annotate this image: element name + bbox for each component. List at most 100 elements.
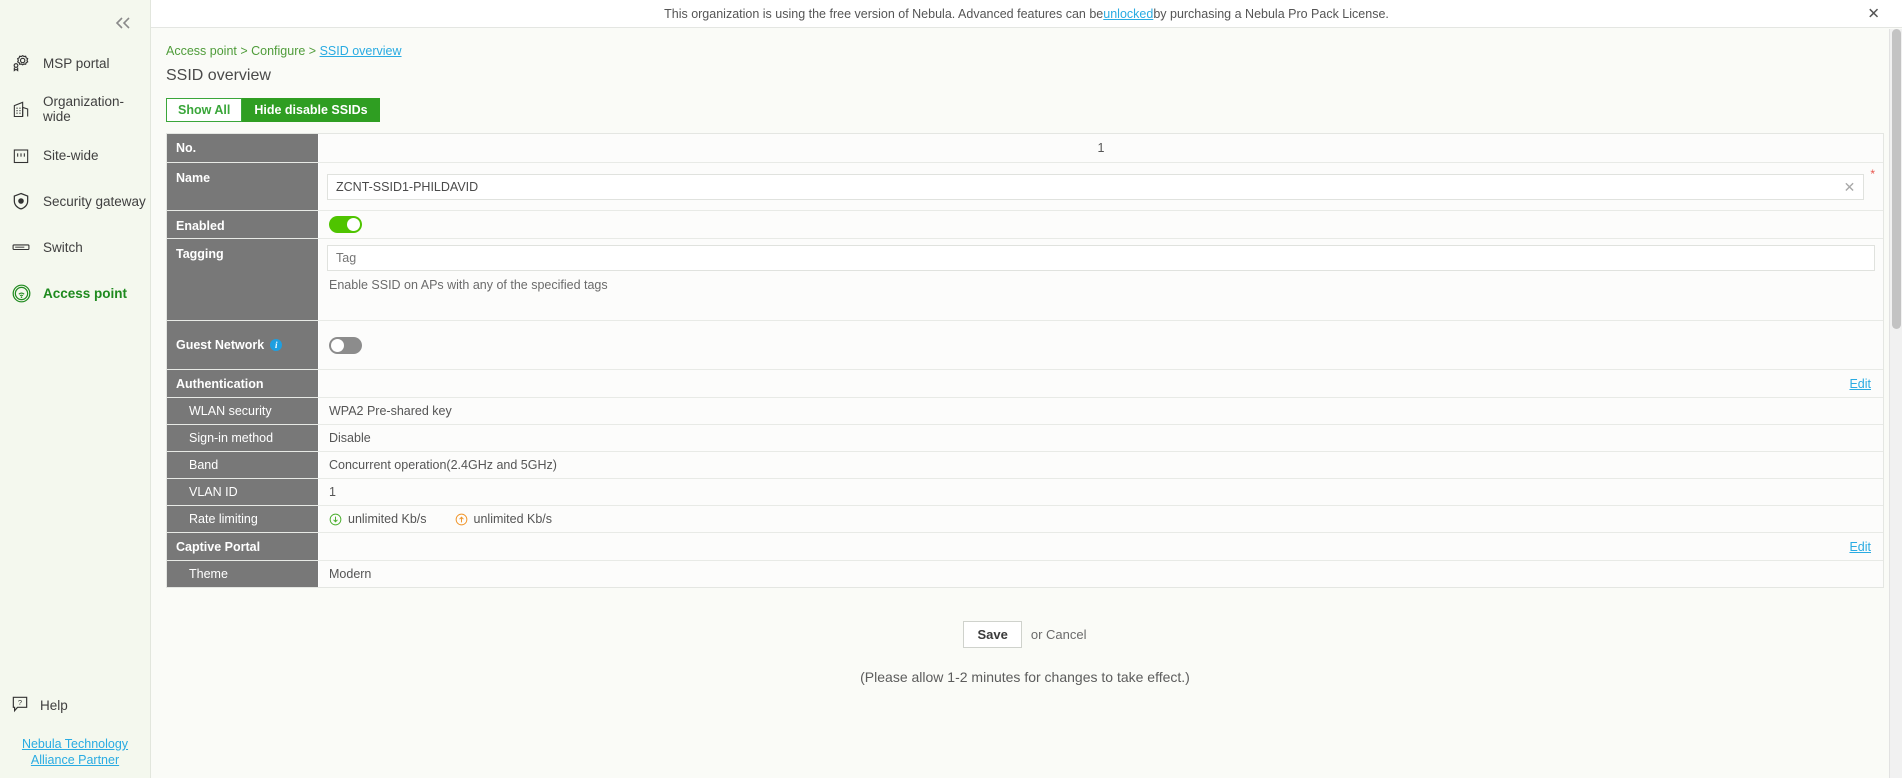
app-root: MSP portal Organization-wide Site-wide S… [0,0,1902,778]
row-label-enabled: Enabled [167,211,319,238]
table-row-tagging: Tagging Enable SSID on APs with any of t… [167,239,1883,321]
row-label-tagging: Tagging [167,239,319,320]
close-icon[interactable]: ✕ [1844,180,1856,194]
partner-link-line2: Alliance Partner [30,753,120,767]
save-area: Save or Cancel (Please allow 1-2 minutes… [166,621,1884,685]
building-icon [10,98,32,120]
row-value-enabled [319,211,1883,238]
row-value-rate-limiting: unlimited Kb/s unlimited Kb/s [319,506,1883,532]
sidebar-item-site-wide[interactable]: Site-wide [0,132,150,178]
row-value-sign-in-method: Disable [329,431,371,445]
cancel-link[interactable]: Cancel [1046,627,1086,642]
page-scrollbar[interactable] [1889,29,1902,778]
upload-rate: unlimited Kb/s [455,512,553,526]
row-label-band: Band [167,452,319,478]
sidebar-collapse-button[interactable] [110,12,136,38]
ssid-filter-buttons: Show All Hide disable SSIDs [166,98,1884,122]
hide-disabled-ssids-button[interactable]: Hide disable SSIDs [242,98,380,122]
row-value-no: 1 [1097,141,1105,155]
table-row-sign-in-method: Sign-in method Disable [167,425,1883,452]
breadcrumb-path: Access point > Configure > [166,44,320,58]
page-title: SSID overview [166,67,271,84]
row-label-guest-network: Guest Network i [167,321,319,369]
table-row-no: No. 1 [167,134,1883,163]
row-value-tagging: Enable SSID on APs with any of the speci… [319,239,1883,320]
page-scrollbar-thumb[interactable] [1892,29,1901,329]
sidebar-item-label: Access point [43,285,128,301]
table-row-rate-limiting: Rate limiting unlimited Kb/s unlimited K… [167,506,1883,533]
table-row-name: Name ✕ * [167,163,1883,211]
svg-text:?: ? [18,698,22,707]
guest-network-toggle[interactable] [329,336,362,354]
sidebar-item-msp-portal[interactable]: MSP portal [0,40,150,86]
shield-icon [10,190,32,212]
info-icon[interactable]: i [270,339,283,351]
free-version-notice: This organization is using the free vers… [151,0,1902,28]
table-row-authentication-header: Authentication Edit [167,370,1883,398]
sidebar: MSP portal Organization-wide Site-wide S… [0,0,151,778]
row-value-vlan-id: 1 [329,485,336,499]
show-all-button[interactable]: Show All [166,98,243,122]
download-rate: unlimited Kb/s [329,512,427,526]
help-question-icon: ? [10,694,30,717]
table-row-theme: Theme Modern [167,561,1883,587]
help-label: Help [40,697,68,713]
row-label-sign-in-method: Sign-in method [167,425,319,451]
section-label-authentication: Authentication [167,370,319,397]
row-value-band: Concurrent operation(2.4GHz and 5GHz) [329,458,557,472]
required-marker: * [1870,167,1875,181]
row-label-wlan-security: WLAN security [167,398,319,424]
table-row-wlan-security: WLAN security WPA2 Pre-shared key [167,398,1883,425]
captive-portal-edit-cell: Edit [319,533,1883,560]
content-area: Access point > Configure > SSID overview… [151,28,1902,778]
row-label-rate-limiting: Rate limiting [167,506,319,532]
breadcrumb-current-link[interactable]: SSID overview [320,44,402,58]
edit-captive-portal-link[interactable]: Edit [1849,540,1871,554]
save-note: (Please allow 1-2 minutes for changes to… [860,669,1190,685]
sidebar-item-switch[interactable]: Switch [0,224,150,270]
or-cancel-text: or Cancel [1031,627,1087,642]
row-value-name: ✕ * [319,163,1883,210]
row-value-theme: Modern [329,567,372,581]
row-label-name: Name [167,163,319,210]
upload-circle-icon [455,513,468,526]
enabled-toggle[interactable] [329,216,362,233]
partner-link-line1: Nebula Technology [21,737,129,751]
site-building-icon [10,144,32,166]
help-button[interactable]: ? Help [0,688,150,722]
sidebar-nav: MSP portal Organization-wide Site-wide S… [0,40,150,316]
row-label-vlan-id: VLAN ID [167,479,319,505]
authentication-edit-cell: Edit [319,370,1883,397]
tag-input[interactable] [327,245,1875,271]
sidebar-item-label: Site-wide [43,147,99,163]
ssid-name-input[interactable] [327,173,1865,200]
sidebar-item-label: MSP portal [43,55,110,71]
msp-gear-icon [10,52,32,74]
table-row-band: Band Concurrent operation(2.4GHz and 5GH… [167,452,1883,479]
row-value-guest-network [319,321,1883,369]
main-pane: This organization is using the free vers… [151,0,1902,778]
or-text: or [1030,627,1047,642]
sidebar-item-organization-wide[interactable]: Organization-wide [0,86,150,132]
edit-authentication-link[interactable]: Edit [1849,377,1871,391]
upload-rate-value: unlimited Kb/s [473,512,553,526]
table-row-captive-portal-header: Captive Portal Edit [167,533,1883,561]
notice-text-after: by purchasing a Nebula Pro Pack License. [1153,6,1389,21]
sidebar-item-label: Security gateway [43,193,146,209]
guest-network-label-text: Guest Network [176,338,265,352]
ssid-name-input-wrap: ✕ [327,173,1865,200]
sidebar-item-access-point[interactable]: Access point [0,270,150,316]
close-icon[interactable]: ✕ [1867,6,1880,21]
download-rate-value: unlimited Kb/s [348,512,427,526]
download-circle-icon [329,513,342,526]
partner-link[interactable]: Nebula Technology Alliance Partner [0,736,150,768]
notice-text-before: This organization is using the free vers… [664,6,1104,21]
table-row-guest-network: Guest Network i [167,321,1883,370]
sidebar-item-label: Switch [43,239,83,255]
unlock-link[interactable]: unlocked [1103,7,1153,21]
sidebar-item-security-gateway[interactable]: Security gateway [0,178,150,224]
row-label-theme: Theme [167,561,319,587]
save-button[interactable]: Save [963,621,1022,648]
switch-icon [10,236,32,258]
save-row: Save or Cancel [166,621,1884,648]
